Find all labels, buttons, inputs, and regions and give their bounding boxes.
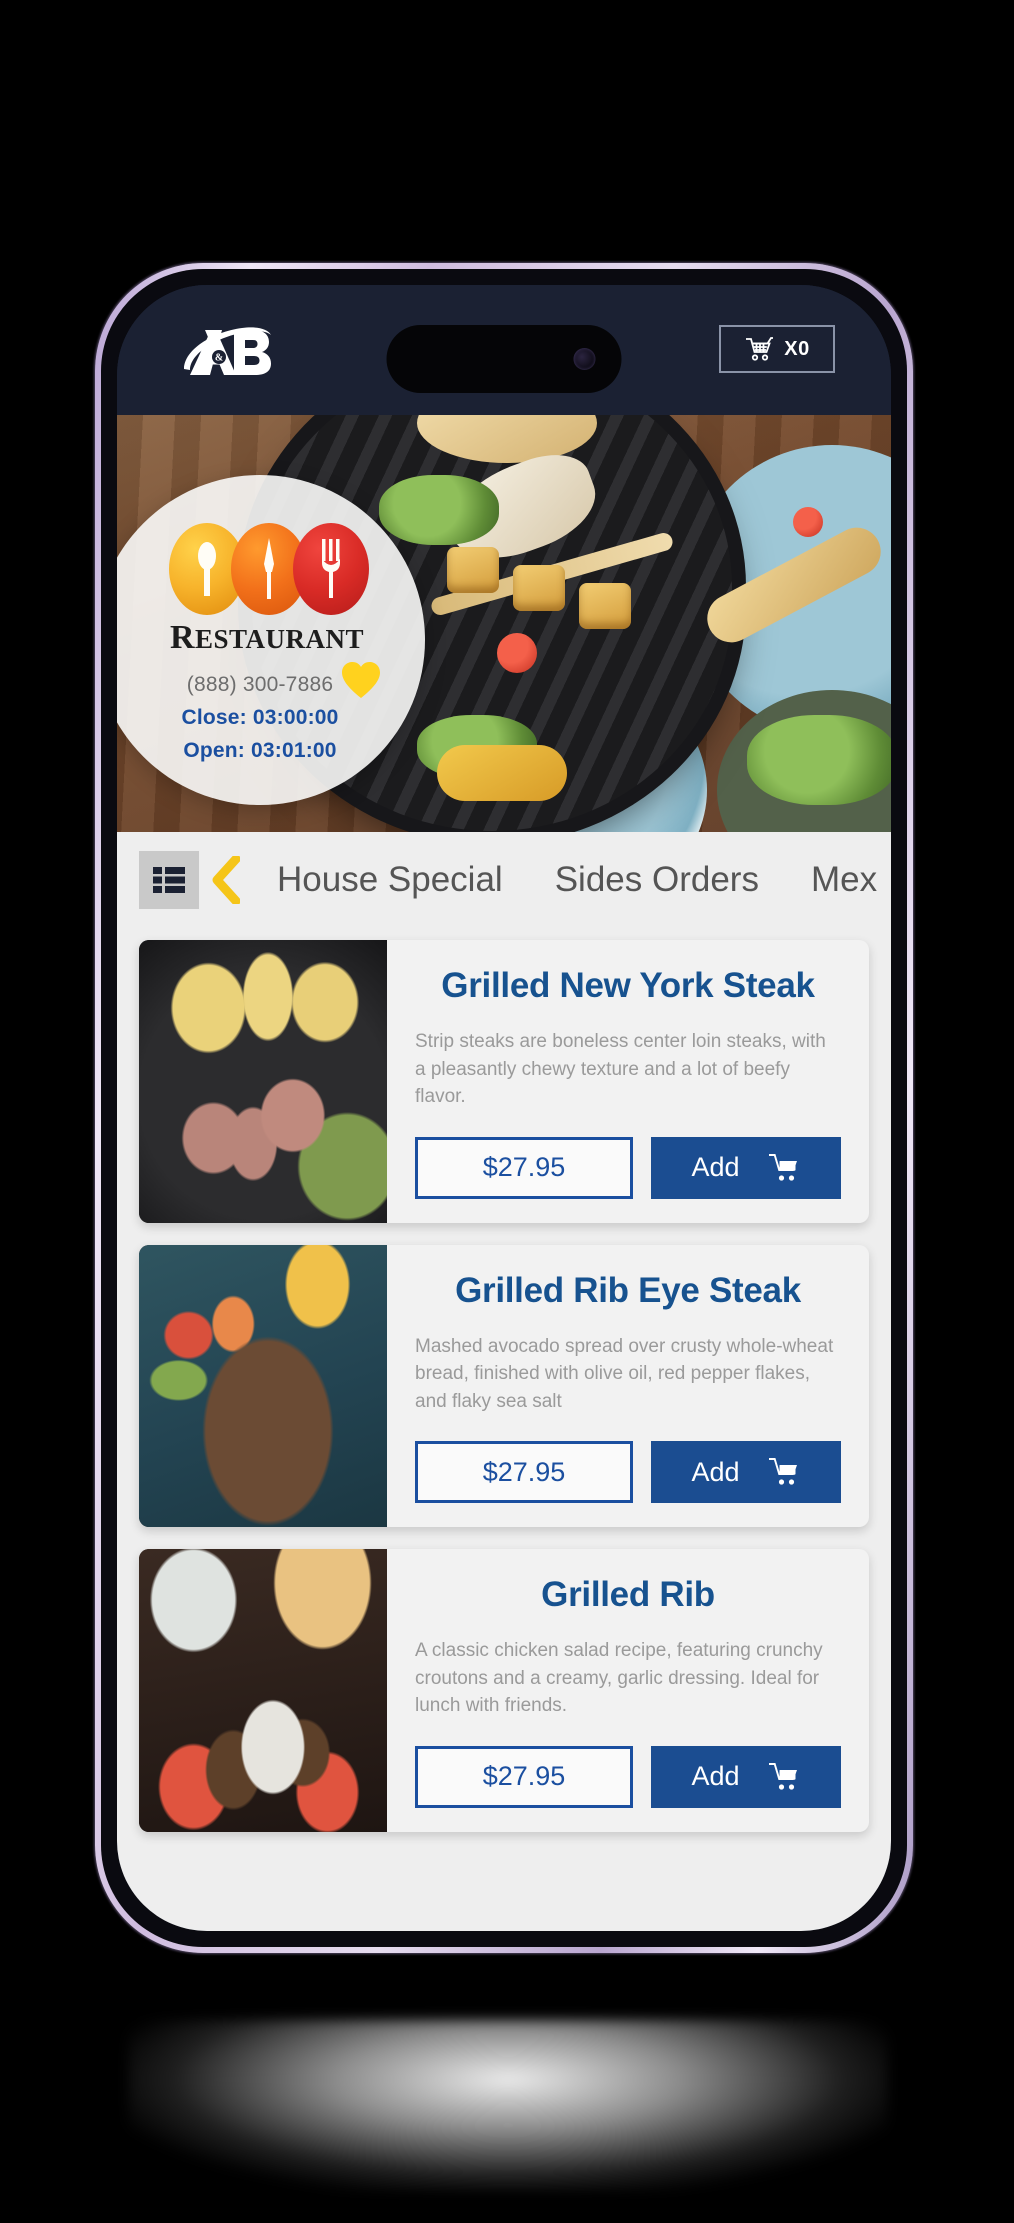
restaurant-name-rest: ESTAURANT <box>195 624 365 654</box>
menu-item-price[interactable]: $27.95 <box>415 1136 633 1199</box>
menu-item-card[interactable]: Grilled Rib Eye Steak Mashed avocado spr… <box>139 1244 869 1528</box>
menu-item-title: Grilled New York Steak <box>441 966 815 1005</box>
menu-item-thumbnail[interactable] <box>139 940 387 1223</box>
menu-item-thumbnail[interactable] <box>139 1549 387 1832</box>
menu-item-actions: $27.95 Add <box>415 1111 841 1199</box>
category-tabbar[interactable]: House Special Sides Orders Mex <box>117 832 891 928</box>
tab-house-special[interactable]: House Special <box>251 860 529 900</box>
menu-item-thumbnail[interactable] <box>139 1244 387 1528</box>
cart-count: X0 <box>784 337 810 360</box>
dynamic-island <box>386 325 622 393</box>
shopping-cart-icon <box>768 1153 801 1182</box>
front-camera-icon <box>573 348 596 370</box>
restaurant-app: & X0 RESTAURANT (888) 300-7886 Close: 03… <box>117 285 891 1931</box>
fork-icon <box>293 523 369 615</box>
cart-button[interactable]: X0 <box>719 325 835 373</box>
add-to-cart-button[interactable]: Add <box>651 1441 841 1504</box>
svg-text:&: & <box>215 353 223 364</box>
tab-mexican[interactable]: Mex <box>785 860 877 900</box>
add-button-label: Add <box>691 1761 740 1792</box>
restaurant-name-initial: R <box>169 619 196 656</box>
menu-list[interactable]: Grilled New York Steak Strip steaks are … <box>117 928 891 1931</box>
menu-item-actions: $27.95 Add <box>415 1415 841 1504</box>
restaurant-name: RESTAURANT <box>170 619 364 657</box>
shopping-cart-icon <box>744 336 774 362</box>
list-view-icon[interactable] <box>139 851 199 909</box>
add-to-cart-button[interactable]: Add <box>651 1136 841 1199</box>
menu-item-description: A classic chicken salad recipe, featurin… <box>415 1640 823 1717</box>
app-header: & X0 <box>117 285 891 415</box>
menu-item-body: Grilled New York Steak Strip steaks are … <box>387 940 869 1223</box>
add-button-label: Add <box>691 1152 740 1183</box>
phone-screen: & X0 RESTAURANT (888) 300-7886 Close: 03… <box>117 285 891 1931</box>
heart-icon[interactable] <box>341 661 381 699</box>
menu-item-actions: $27.95 Add <box>415 1720 841 1808</box>
restaurant-phone[interactable]: (888) 300-7886 <box>187 673 333 697</box>
phone-inner-bezel: & X0 RESTAURANT (888) 300-7886 Close: 03… <box>101 269 907 1947</box>
phone-device-frame: & X0 RESTAURANT (888) 300-7886 Close: 03… <box>95 263 913 1953</box>
menu-item-title: Grilled Rib <box>541 1575 715 1615</box>
menu-item-card[interactable]: Grilled Rib A classic chicken salad reci… <box>139 1549 869 1832</box>
restaurant-close-time: Close: 03:00:00 <box>181 706 339 729</box>
screenshot-stage: & X0 RESTAURANT (888) 300-7886 Close: 03… <box>0 0 1014 2223</box>
menu-item-description: Strip steaks are boneless center loin st… <box>415 1031 826 1108</box>
menu-item-price[interactable]: $27.95 <box>415 1745 633 1808</box>
menu-item-body: Grilled Rib Eye Steak Mashed avocado spr… <box>387 1245 869 1528</box>
ab-swoosh-logo[interactable]: & <box>180 320 275 382</box>
restaurant-open-time: Open: 03:01:00 <box>183 739 337 762</box>
menu-item-card[interactable]: Grilled New York Steak Strip steaks are … <box>139 940 869 1223</box>
tab-sides-orders[interactable]: Sides Orders <box>529 860 785 900</box>
shopping-cart-icon <box>768 1762 801 1791</box>
shopping-cart-icon <box>768 1458 801 1486</box>
add-to-cart-button[interactable]: Add <box>651 1745 841 1808</box>
device-shadow <box>128 2020 888 2190</box>
menu-item-body: Grilled Rib A classic chicken salad reci… <box>387 1549 869 1832</box>
spoon-knife-fork-circles <box>169 523 369 615</box>
hero-banner: RESTAURANT (888) 300-7886 Close: 03:00:0… <box>117 415 891 832</box>
menu-item-description: Mashed avocado spread over crusty whole-… <box>415 1335 834 1412</box>
add-button-label: Add <box>691 1456 740 1487</box>
chevron-left-icon[interactable] <box>199 856 251 904</box>
menu-item-price[interactable]: $27.95 <box>415 1441 633 1504</box>
menu-item-title: Grilled Rib Eye Steak <box>455 1270 801 1310</box>
